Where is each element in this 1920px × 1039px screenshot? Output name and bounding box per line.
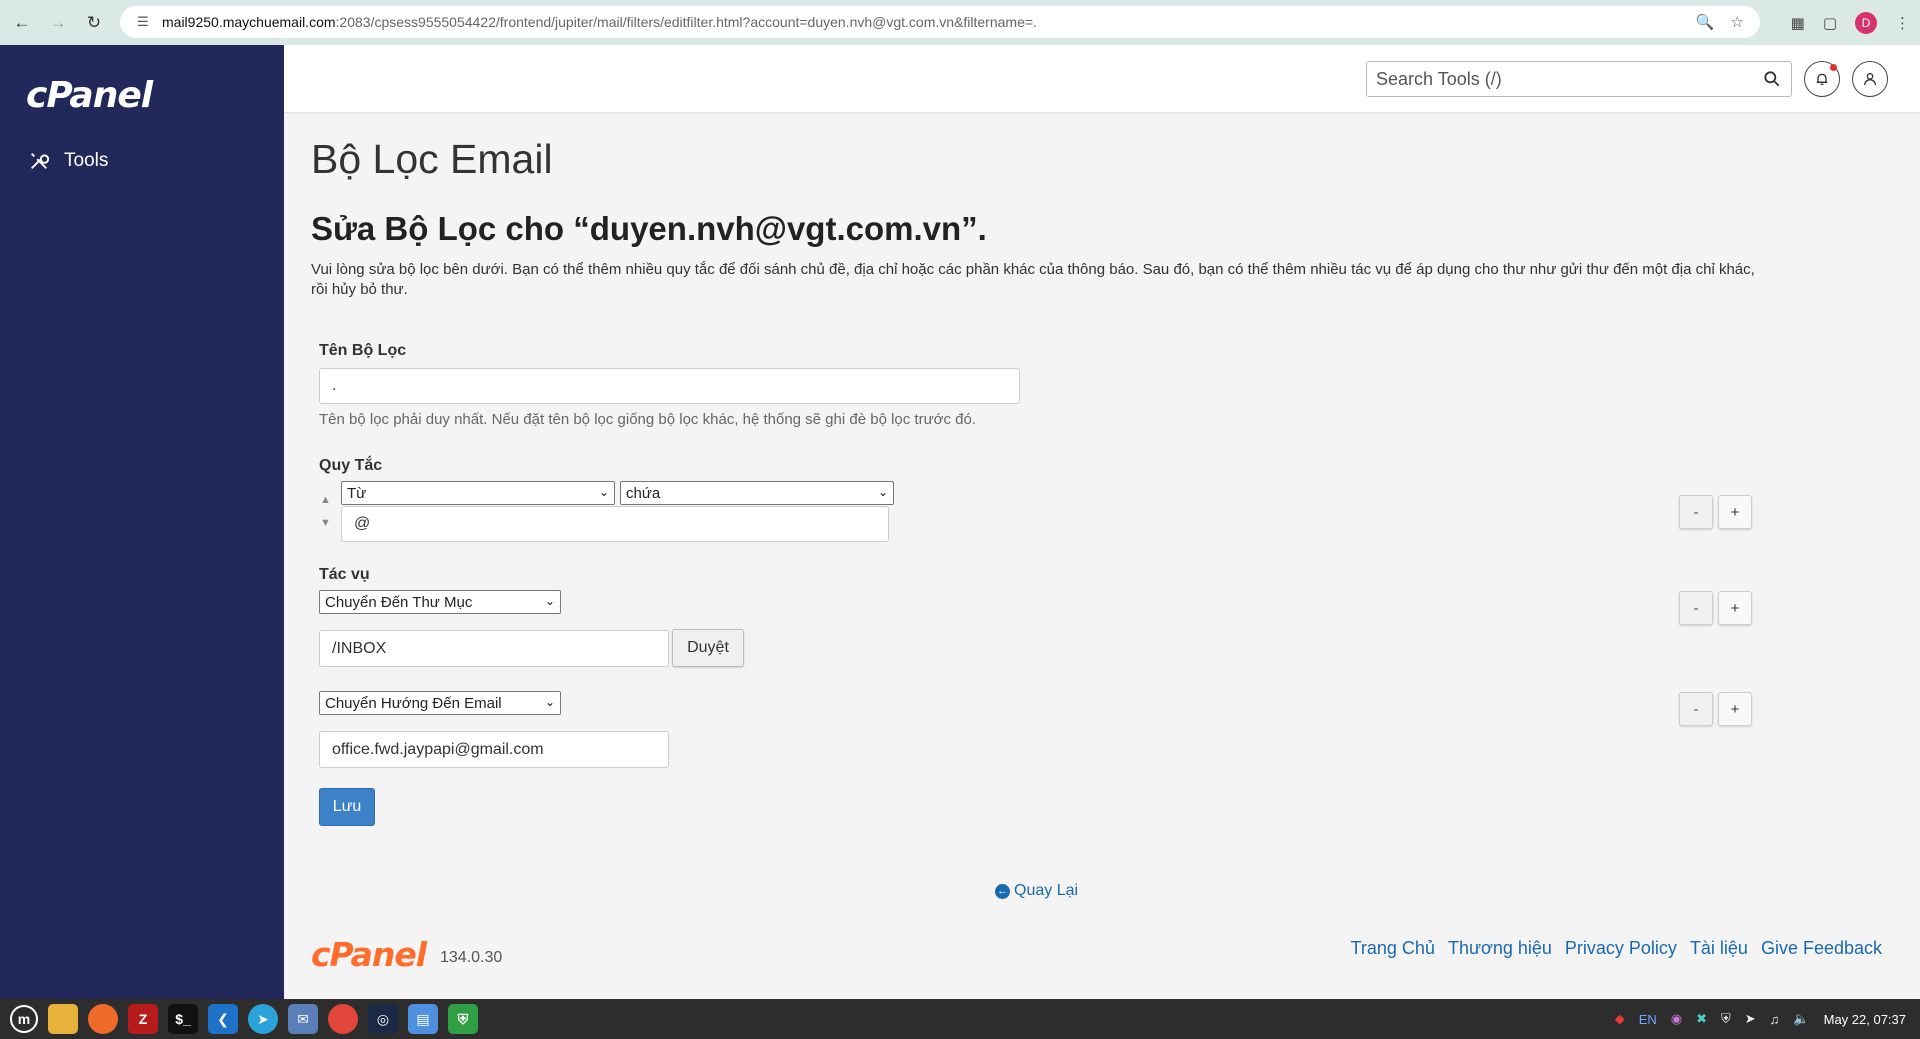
back-link[interactable]: ← Quay Lại [995, 882, 1078, 900]
remove-action-button-1[interactable]: - [1679, 591, 1713, 625]
chevron-down-icon: ⌄ [877, 485, 888, 499]
filter-name-input[interactable]: . [319, 368, 1020, 404]
tray-app-icon[interactable]: ◉ [1671, 1011, 1682, 1027]
url-path: :2083/cpsess9555054422/frontend/jupiter/… [335, 14, 1037, 30]
keyboard-language[interactable]: EN [1639, 1012, 1657, 1027]
footer-cpanel-logo: cPanel [311, 935, 427, 974]
filter-name-label: Tên Bộ Lọc [319, 342, 407, 359]
vscode-icon[interactable]: ❮ [208, 1004, 238, 1034]
rules-label: Quy Tắc [319, 457, 383, 474]
site-info-icon[interactable]: ☰ [134, 13, 152, 31]
page-title: Bộ Lọc Email [311, 136, 553, 182]
url-host: mail9250.maychuemail.com [162, 14, 336, 30]
footer-links: Trang Chủ Thương hiệu Privacy Policy Tài… [1351, 938, 1882, 959]
arrow-left-circle-icon: ← [995, 883, 1010, 899]
menu-kebab-icon[interactable]: ⋮ [1895, 14, 1910, 32]
rule-match-value: chứa [626, 484, 661, 502]
tray-telegram-icon[interactable]: ➤ [1745, 1011, 1756, 1027]
rule-value-input[interactable]: @ [341, 506, 889, 542]
clock[interactable]: May 22, 07:37 [1824, 1012, 1906, 1027]
firefox-icon[interactable] [88, 1004, 118, 1034]
system-tray: ◆ EN ◉ ✖ ⛨ ➤ ♫ 🔈 May 22, 07:37 [1615, 999, 1906, 1039]
footer-link-trademarks[interactable]: Thương hiệu [1448, 938, 1552, 959]
remote-desktop-icon[interactable]: ▤ [408, 1004, 438, 1034]
address-bar[interactable]: ☰ mail9250.maychuemail.com:2083/cpsess95… [120, 6, 1760, 38]
version-label: 134.0.30 [440, 949, 503, 966]
tray-notification-icon[interactable]: ♫ [1770, 1012, 1780, 1027]
footer-link-docs[interactable]: Tài liệu [1690, 938, 1748, 959]
browser-toolbar: ← → ↻ ☰ mail9250.maychuemail.com:2083/cp… [0, 0, 1920, 45]
mail-icon[interactable]: ✉ [288, 1004, 318, 1034]
footer-link-home[interactable]: Trang Chủ [1351, 938, 1435, 959]
chevron-down-icon: ⌄ [544, 695, 555, 709]
remove-action-button-2[interactable]: - [1679, 692, 1713, 726]
redirect-email-input[interactable]: office.fwd.jaypapi@gmail.com [319, 731, 669, 768]
action-select-1-value: Chuyển Đến Thư Mục [325, 593, 473, 611]
chevron-down-icon: ⌄ [544, 594, 555, 608]
qr-code-icon[interactable]: ▦ [1791, 14, 1805, 32]
search-tools-input[interactable]: Search Tools (/) [1366, 61, 1792, 97]
tray-sync-icon[interactable]: ✖ [1696, 1011, 1707, 1027]
sidebar: cPanel Tools [0, 45, 284, 999]
telegram-icon[interactable]: ➤ [248, 1004, 278, 1034]
bookmark-star-icon[interactable]: ☆ [1731, 13, 1744, 31]
add-action-button-1[interactable]: + [1718, 591, 1752, 625]
browse-button[interactable]: Duyệt [672, 629, 744, 667]
page-description: Vui lòng sửa bộ lọc bên dưới. Bạn có thể… [311, 261, 1755, 298]
folder-path-input[interactable]: /INBOX [319, 630, 669, 667]
add-rule-button[interactable]: + [1718, 495, 1752, 529]
action-select-2-value: Chuyển Hướng Đến Email [325, 694, 502, 712]
forward-arrow-icon[interactable]: → [44, 9, 72, 37]
vpn-shield-icon[interactable]: ⛨ [448, 1004, 478, 1034]
reload-icon[interactable]: ↻ [80, 9, 108, 37]
rule-move-up-icon[interactable]: ▲ [320, 494, 331, 506]
sidebar-item-label: Tools [64, 150, 109, 171]
back-arrow-icon[interactable]: ← [8, 9, 36, 37]
notification-dot [1830, 64, 1837, 71]
extensions-icon[interactable]: ▢ [1823, 14, 1837, 32]
notifications-button[interactable] [1804, 61, 1840, 97]
tray-shield-icon[interactable]: ⛨ [1721, 1011, 1731, 1027]
terminal-icon[interactable]: $_ [168, 1004, 198, 1034]
rule-part-select[interactable]: Từ ⌄ [341, 481, 615, 505]
files-icon[interactable] [48, 1004, 78, 1034]
user-menu-button[interactable] [1852, 61, 1888, 97]
start-menu-icon[interactable]: m [10, 1005, 38, 1033]
edit-filter-heading: Sửa Bộ Lọc cho “duyen.nvh@vgt.com.vn”. [311, 210, 987, 247]
actions-label: Tác vụ [319, 566, 370, 583]
footer-link-privacy[interactable]: Privacy Policy [1565, 938, 1677, 959]
os-taskbar: m Z $_ ❮ ➤ ✉ ◎ ▤ ⛨ ◆ EN ◉ ✖ ⛨ ➤ ♫ 🔈 May … [0, 999, 1920, 1039]
zoom-icon[interactable]: 🔍 [1696, 13, 1715, 31]
action-select-2[interactable]: Chuyển Hướng Đến Email ⌄ [319, 691, 561, 715]
rule-part-value: Từ [347, 484, 367, 502]
ai-app-icon[interactable]: ◎ [368, 1004, 398, 1034]
filter-name-help: Tên bộ lọc phải duy nhất. Nếu đặt tên bộ… [319, 411, 976, 428]
profile-avatar[interactable]: D [1855, 12, 1877, 34]
volume-icon[interactable]: 🔈 [1793, 1011, 1809, 1027]
anydesk-tray-icon[interactable]: ◆ [1615, 1011, 1625, 1027]
filezilla-icon[interactable]: Z [128, 1004, 158, 1034]
add-action-button-2[interactable]: + [1718, 692, 1752, 726]
cpanel-logo[interactable]: cPanel [26, 75, 153, 116]
save-button[interactable]: Lưu [319, 788, 375, 826]
search-placeholder: Search Tools (/) [1376, 68, 1502, 89]
user-icon [1864, 73, 1876, 86]
chevron-down-icon: ⌄ [598, 485, 609, 499]
back-link-label: Quay Lại [1014, 882, 1079, 899]
sidebar-item-tools[interactable]: Tools [28, 150, 108, 172]
footer-link-feedback[interactable]: Give Feedback [1761, 938, 1882, 959]
rule-move-down-icon[interactable]: ▼ [320, 517, 331, 529]
action-select-1[interactable]: Chuyển Đến Thư Mục ⌄ [319, 590, 561, 614]
remove-rule-button[interactable]: - [1679, 495, 1713, 529]
rule-match-select[interactable]: chứa ⌄ [620, 481, 894, 505]
search-icon[interactable] [1762, 69, 1782, 89]
bell-icon [1816, 73, 1828, 85]
chrome-icon[interactable] [328, 1004, 358, 1034]
tools-icon [31, 153, 50, 169]
